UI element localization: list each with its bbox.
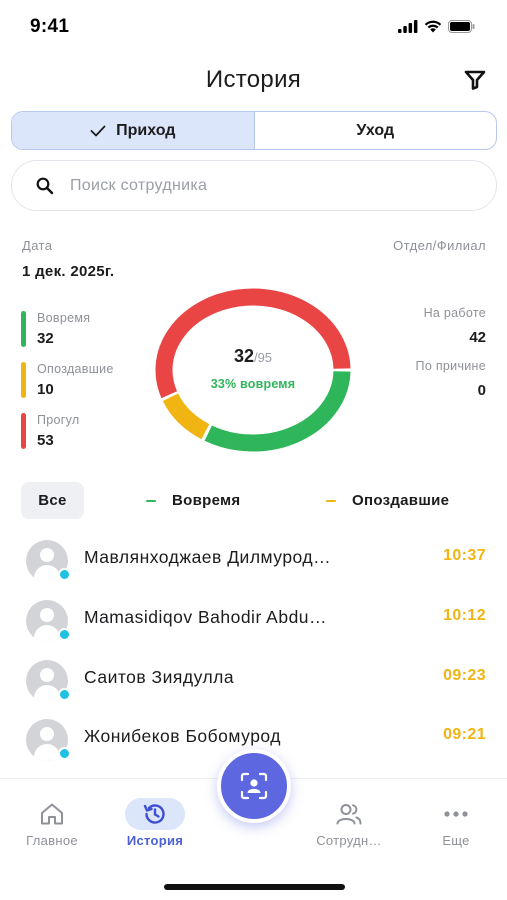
status-bar: 9:41	[0, 0, 507, 54]
date-label: Дата	[22, 238, 53, 253]
nav-more-label: Еще	[442, 833, 470, 848]
filter-button[interactable]	[463, 68, 487, 92]
stat-ontime-value: 32	[37, 330, 54, 347]
header: История	[0, 58, 507, 102]
arrival-departure-toggle: Приход Уход	[11, 111, 497, 150]
stat-at-work-value: 42	[469, 329, 486, 346]
stat-ontime-label: Вовремя	[37, 311, 91, 325]
stat-late-label: Опоздавшие	[37, 362, 114, 376]
list-item[interactable]: Мавлянходжаев Дилмурод… 10:37	[0, 528, 507, 586]
arrival-time: 10:12	[443, 607, 486, 624]
donut-count-value: 32	[233, 346, 254, 366]
tab-arrival-label: Приход	[116, 121, 176, 139]
department-selector[interactable]: Отдел/Филиал	[393, 238, 486, 253]
face-scan-icon	[240, 772, 268, 800]
stat-late: Опоздавшие 10	[21, 362, 114, 398]
status-icons	[398, 18, 475, 34]
filter-late-chip[interactable]: Опоздавшие	[326, 482, 449, 519]
date-picker[interactable]: 1 дек. 2025г.	[22, 263, 114, 280]
home-icon	[41, 803, 63, 825]
tab-departure-label: Уход	[356, 121, 395, 139]
face-scan-button[interactable]	[217, 749, 291, 823]
page-title: История	[205, 66, 302, 93]
arrival-time: 09:23	[443, 667, 486, 684]
nav-home-label: Главное	[26, 833, 78, 848]
more-icon	[444, 811, 468, 817]
status-time: 9:41	[30, 16, 70, 37]
employee-name: Мавлянходжаев Дилмурод…	[84, 547, 332, 567]
arrival-time: 10:37	[443, 547, 486, 564]
stat-absent-bar	[21, 413, 26, 449]
stat-absent: Прогул 53	[21, 413, 80, 449]
donut-count: 32/95	[152, 346, 354, 367]
stat-excused-label: По причине	[415, 359, 486, 373]
ontime-dash	[146, 499, 156, 502]
nav-employees[interactable]: Сотрудн…	[304, 797, 394, 848]
tab-arrival[interactable]: Приход	[12, 112, 255, 149]
filter-ontime-label: Вовремя	[172, 492, 241, 509]
employee-name: Саитов Зиядулла	[84, 667, 235, 687]
nav-history-label: История	[126, 833, 184, 848]
arrival-time: 09:21	[443, 726, 486, 743]
nav-employees-label: Сотрудн…	[316, 833, 382, 848]
tab-departure[interactable]: Уход	[255, 112, 497, 149]
users-icon	[336, 804, 362, 825]
stat-absent-label: Прогул	[37, 413, 80, 427]
stat-excused-value: 0	[477, 382, 486, 399]
list-item[interactable]: Mamasidiqov Bahodir Abdu… 10:12	[0, 588, 507, 646]
status-dot	[58, 568, 71, 581]
stat-ontime-bar	[21, 311, 26, 347]
signal-icon	[398, 19, 418, 33]
list-item[interactable]: Саитов Зиядулла 09:23	[0, 648, 507, 706]
donut-percent: 33% вовремя	[210, 377, 296, 391]
donut-segment-late	[162, 393, 210, 440]
status-dot	[58, 628, 71, 641]
search-box	[11, 160, 497, 211]
check-icon	[90, 125, 106, 136]
history-icon	[143, 804, 165, 824]
filter-all-chip[interactable]: Все	[21, 482, 84, 519]
filter-ontime-chip[interactable]: Вовремя	[146, 482, 240, 519]
home-indicator	[164, 884, 345, 890]
stat-absent-value: 53	[37, 432, 54, 449]
stat-excused: По причине 0	[416, 359, 486, 399]
search-input[interactable]	[70, 176, 450, 195]
nav-more[interactable]: Еще	[411, 797, 501, 848]
filter-icon	[464, 70, 486, 90]
donut-count-total: /95	[253, 350, 273, 365]
wifi-icon	[424, 20, 442, 32]
donut-center: 32/95 33% вовремя	[152, 346, 354, 391]
stat-late-value: 10	[37, 381, 54, 398]
stat-at-work: На работе 42	[424, 306, 486, 346]
nav-home[interactable]: Главное	[7, 797, 97, 848]
employee-name: Mamasidiqov Bahodir Abdu…	[84, 607, 328, 627]
stat-late-bar	[21, 362, 26, 398]
filter-late-label: Опоздавшие	[352, 492, 450, 509]
nav-history[interactable]: История	[110, 797, 200, 848]
stat-at-work-label: На работе	[423, 306, 486, 320]
stat-ontime: Вовремя 32	[21, 311, 90, 347]
status-dot	[58, 747, 71, 760]
status-dot	[58, 688, 71, 701]
search-icon	[36, 177, 54, 194]
late-dash	[326, 499, 336, 502]
employee-name: Жонибеков Бобомурод	[84, 726, 281, 746]
battery-icon	[448, 19, 475, 33]
